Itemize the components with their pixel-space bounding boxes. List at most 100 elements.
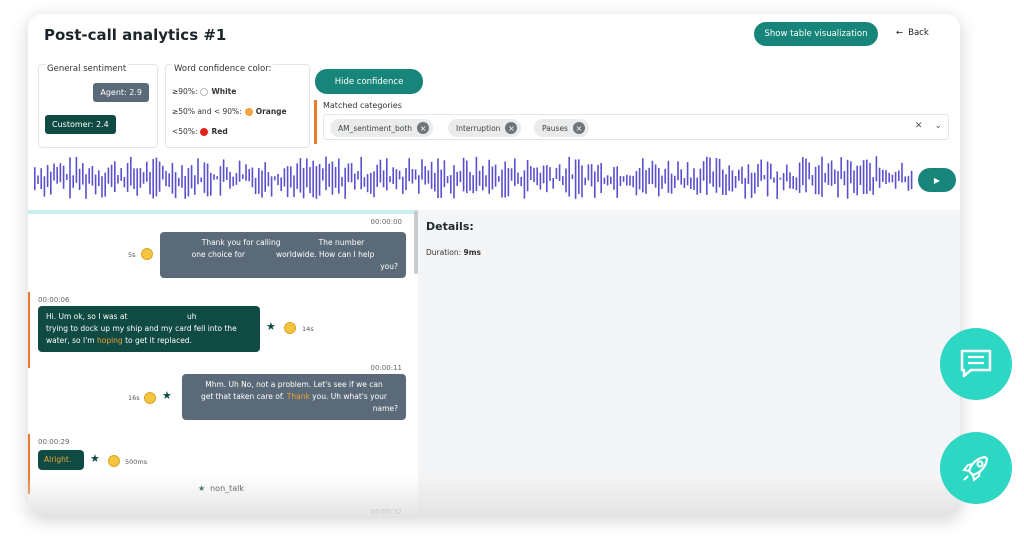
waveform-bar [824, 173, 826, 183]
remove-chip-icon[interactable]: × [572, 122, 585, 134]
waveform-bar [693, 168, 695, 190]
waveform-bar [149, 172, 151, 195]
remove-chip-icon[interactable]: × [505, 122, 518, 134]
waveform-bar [792, 176, 794, 189]
waveform-bar [712, 171, 714, 187]
back-button[interactable]: ← Back [896, 28, 929, 38]
waveform-bar [478, 170, 481, 186]
waveform-bar [622, 176, 625, 182]
waveform-bar [613, 167, 615, 190]
waveform-bar [894, 171, 897, 189]
waveform-bar [280, 177, 282, 192]
chevron-down-icon[interactable]: ⌄ [934, 121, 942, 131]
category-chip[interactable]: AM_sentiment_both × [330, 119, 434, 137]
details-title: Details: [426, 220, 474, 233]
hide-confidence-button[interactable]: Hide confidence [315, 69, 423, 94]
waveform-bar [187, 168, 190, 197]
waveform-bar [645, 170, 647, 194]
waveform-bar [798, 162, 801, 193]
waveform-bar [158, 161, 161, 192]
waveform-bar [322, 168, 324, 181]
waveform-bar [501, 169, 503, 198]
waveform-bar [741, 166, 743, 184]
chat-icon [960, 349, 992, 378]
waveform-bar [578, 159, 580, 194]
rocket-icon [962, 455, 989, 482]
waveform-bar [184, 176, 186, 199]
clear-icon[interactable]: ✕ [915, 121, 923, 131]
waveform-bar [520, 176, 522, 187]
play-button[interactable]: ▶ [918, 168, 956, 192]
audio-waveform[interactable] [34, 154, 914, 206]
waveform-bar [85, 174, 87, 199]
waveform-bar [584, 177, 586, 186]
waveform-bar [62, 165, 65, 189]
waveform-bar [382, 170, 385, 188]
timestamp: 00:00:11 [370, 364, 402, 372]
waveform-bar [354, 173, 356, 190]
waveform-bar [418, 175, 420, 194]
white-dot-icon [200, 87, 209, 96]
waveform-bar [872, 177, 874, 195]
category-chip[interactable]: Pauses × [534, 119, 589, 137]
waveform-bar [485, 175, 487, 187]
waveform-bar [834, 169, 836, 184]
waveform-bar [232, 176, 234, 187]
waveform-bar [846, 159, 849, 199]
waveform-bar [862, 160, 865, 194]
star-icon: ★ [266, 320, 276, 333]
waveform-bar [766, 161, 769, 197]
neutral-face-icon [144, 392, 156, 404]
waveform-bar [165, 170, 167, 187]
waveform-bar [222, 159, 225, 182]
duration-meta: 14s [302, 325, 314, 333]
waveform-bar [421, 159, 423, 180]
chat-fab-button[interactable] [940, 328, 1012, 400]
waveform-bar [597, 164, 599, 182]
waveform-bar [587, 164, 590, 181]
waveform-bar [600, 163, 602, 194]
waveform-bar [229, 171, 231, 189]
waveform-bar [770, 163, 772, 180]
category-chip[interactable]: Interruption × [448, 119, 522, 137]
waveform-bar [379, 159, 382, 183]
waveform-bar [242, 174, 244, 179]
waveform-bar [763, 175, 766, 180]
categories-select[interactable]: AM_sentiment_both × Interruption × Pauses ×… [323, 114, 949, 140]
show-table-button[interactable]: Show table visualization [754, 22, 878, 46]
agent-sentiment-badge: Agent: 2.9 [93, 83, 149, 102]
waveform-bar [248, 169, 250, 182]
waveform-bar [462, 157, 465, 192]
waveform-bar [254, 177, 257, 195]
confidence-row-red: <50%: Red [172, 127, 228, 136]
waveform-bar [155, 157, 158, 197]
waveform-bar [699, 168, 702, 194]
waveform-bar [110, 164, 113, 187]
waveform-bar [782, 173, 785, 191]
remove-chip-icon[interactable]: × [417, 122, 430, 134]
waveform-bar [523, 170, 526, 199]
waveform-bar [430, 161, 433, 189]
waveform-bar [216, 176, 218, 180]
waveform-bar [226, 167, 228, 180]
confidence-label: Word confidence color: [172, 64, 274, 74]
duration-meta: 5s [128, 251, 136, 259]
waveform-bar [344, 167, 346, 199]
waveform-bar [104, 172, 106, 197]
waveform-bar [606, 175, 609, 186]
waveform-bar [635, 171, 638, 196]
waveform-bar [178, 177, 180, 187]
waveform-bar [683, 178, 686, 188]
waveform-bar [213, 174, 215, 180]
waveform-bar [40, 168, 42, 190]
waveform-bar [549, 167, 551, 181]
rocket-fab-button[interactable] [940, 432, 1012, 504]
timestamp: 00:00:32 [370, 508, 402, 516]
customer-message-bubble: Alright. [38, 450, 84, 470]
confidence-row-orange: ≥50% and < 90%: Orange [172, 107, 287, 116]
star-icon: ★ [90, 452, 100, 465]
star-icon: ★ [197, 483, 206, 493]
waveform-bar [629, 175, 631, 186]
waveform-bar [293, 175, 295, 197]
waveform-bar [286, 166, 289, 198]
